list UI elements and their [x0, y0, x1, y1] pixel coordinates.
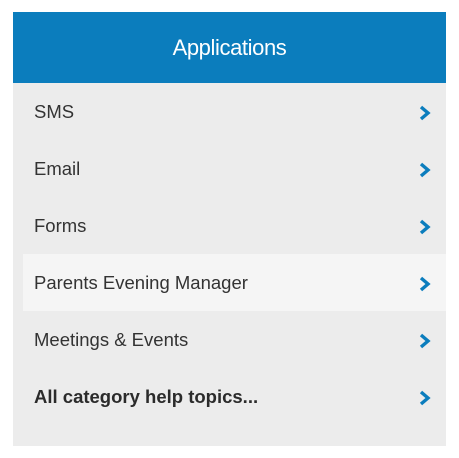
chevron-right-icon — [419, 390, 431, 405]
chevron-right-icon — [419, 276, 431, 291]
menu-item-label: Parents Evening Manager — [34, 271, 248, 293]
menu-item-label: SMS — [34, 100, 75, 122]
chevron-right-icon — [419, 162, 431, 177]
panel-title: Applications — [172, 34, 287, 60]
menu-item-all-category-help-topics[interactable]: All category help topics... — [13, 368, 446, 425]
menu-item-label: All category help topics... — [34, 385, 259, 407]
chevron-right-icon — [419, 219, 431, 234]
menu-item-forms[interactable]: Forms — [13, 197, 446, 254]
menu-item-label: Email — [34, 157, 81, 179]
menu-item-label: Forms — [34, 214, 87, 236]
menu-item-meetings-events[interactable]: Meetings & Events — [13, 311, 446, 368]
menu-item-sms[interactable]: SMS — [13, 83, 446, 140]
menu-item-label: Meetings & Events — [34, 328, 189, 350]
applications-menu: SMS Email Forms Parents Evening Manager … — [13, 83, 446, 425]
panel-header: Applications — [13, 12, 446, 83]
menu-item-email[interactable]: Email — [13, 140, 446, 197]
chevron-right-icon — [419, 105, 431, 120]
chevron-right-icon — [419, 333, 431, 348]
applications-panel: Applications SMS Email Forms Parents Eve… — [13, 12, 446, 446]
menu-item-parents-evening-manager[interactable]: Parents Evening Manager — [23, 254, 446, 311]
